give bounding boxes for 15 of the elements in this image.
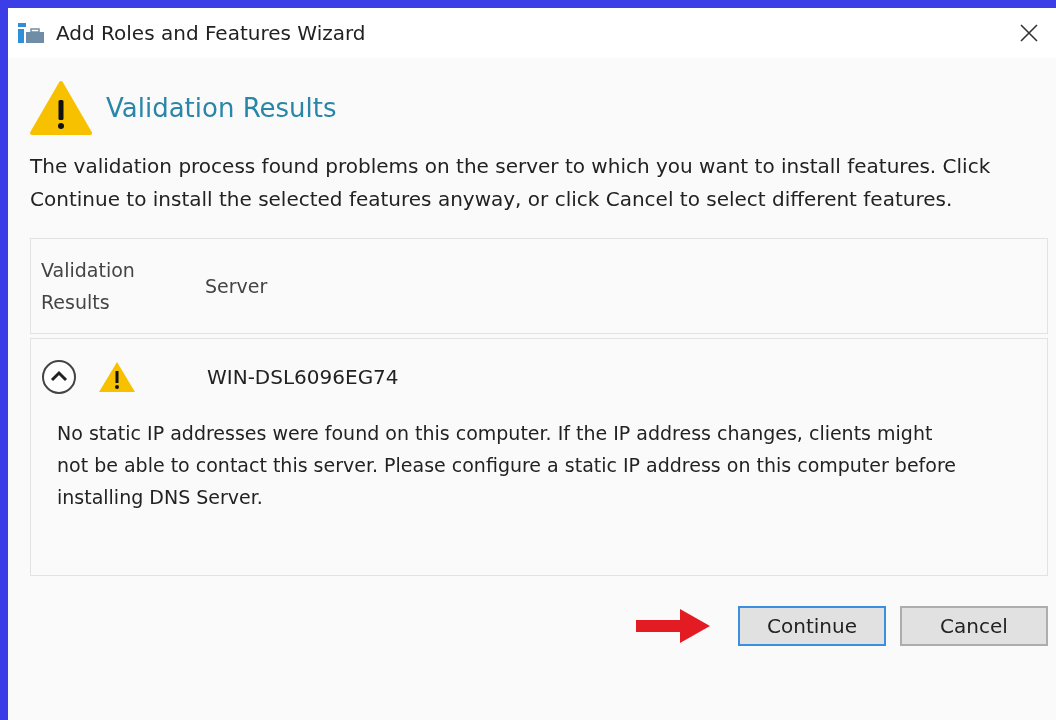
- arrow-icon: [636, 609, 710, 643]
- description-text: The validation process found problems on the server to which you want to install features. Click Continue to install the selected features anyway, or click Cancel to select different features.: [30, 153, 992, 213]
- page-heading: Validation Results: [106, 91, 337, 125]
- validation-message: No static IP addresses were found on this computer. If the IP address changes, clients might not be able to contact this server. Please configure a static IP address on this computer before installing DNS Server.: [57, 421, 957, 510]
- warning-icon: [97, 360, 137, 394]
- window-title: Add Roles and Features Wizard: [56, 20, 367, 47]
- warning-icon: [30, 80, 92, 136]
- result-row[interactable]: [30, 338, 1048, 576]
- column-header: Validation Results: [41, 258, 136, 315]
- collapse-chevron-icon[interactable]: [41, 359, 77, 395]
- column-header: Server: [205, 273, 268, 299]
- dialog-button[interactable]: Continue: [738, 606, 886, 646]
- dialog-button[interactable]: Cancel: [900, 606, 1048, 646]
- server-toolbox-icon: [16, 21, 46, 45]
- server-name: WIN-DSL6096EG74: [207, 364, 399, 391]
